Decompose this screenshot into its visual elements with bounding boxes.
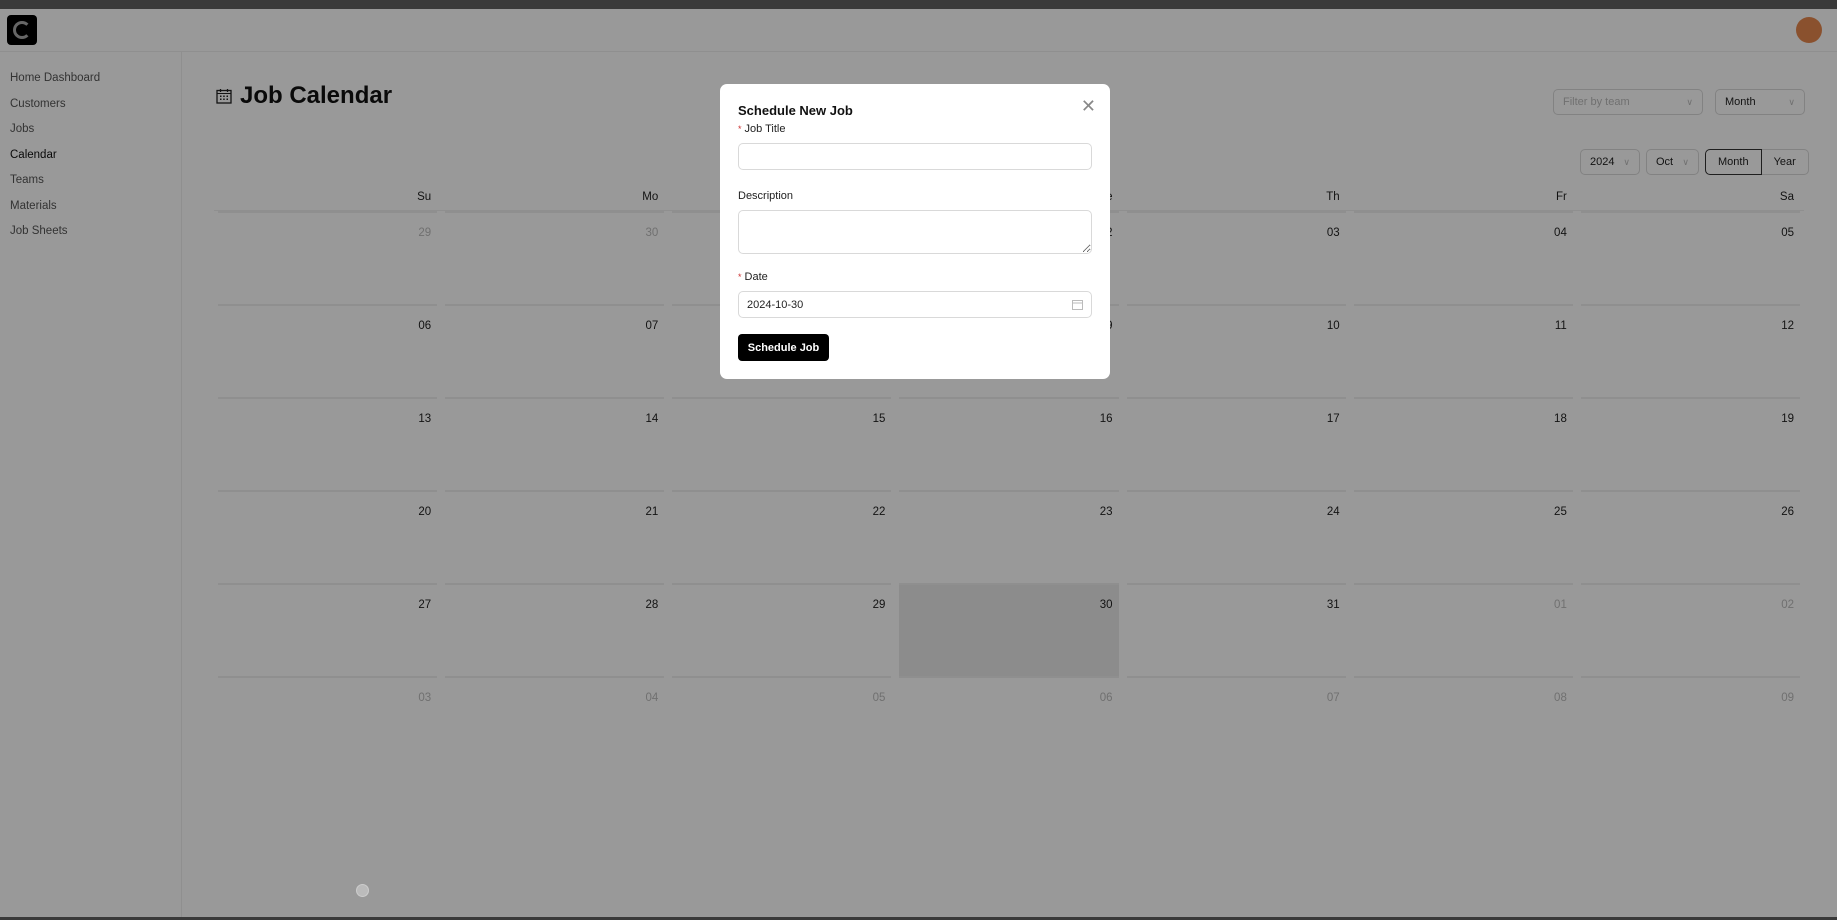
description-label: Description — [738, 190, 794, 202]
date-picker-input[interactable]: 2024-10-30 — [738, 291, 1092, 318]
window-titlebar — [0, 0, 1837, 9]
schedule-job-modal: Schedule New Job ✕ * Job Title Descriptio… — [720, 84, 1110, 379]
description-textarea[interactable] — [738, 210, 1092, 254]
date-label: * Date — [738, 271, 1092, 283]
job-title-label: * Job Title — [738, 123, 1092, 135]
modal-title: Schedule New Job — [738, 103, 853, 118]
close-icon[interactable]: ✕ — [1081, 96, 1096, 117]
date-value: 2024-10-30 — [747, 298, 804, 311]
required-mark: * — [738, 272, 742, 282]
schedule-job-button[interactable]: Schedule Job — [738, 334, 829, 361]
date-label-text: Date — [744, 271, 768, 283]
job-title-label-text: Job Title — [744, 123, 786, 135]
calendar-icon — [1072, 300, 1083, 310]
floating-help-button[interactable] — [356, 884, 369, 897]
required-mark: * — [738, 124, 742, 134]
job-title-input[interactable] — [738, 143, 1092, 170]
